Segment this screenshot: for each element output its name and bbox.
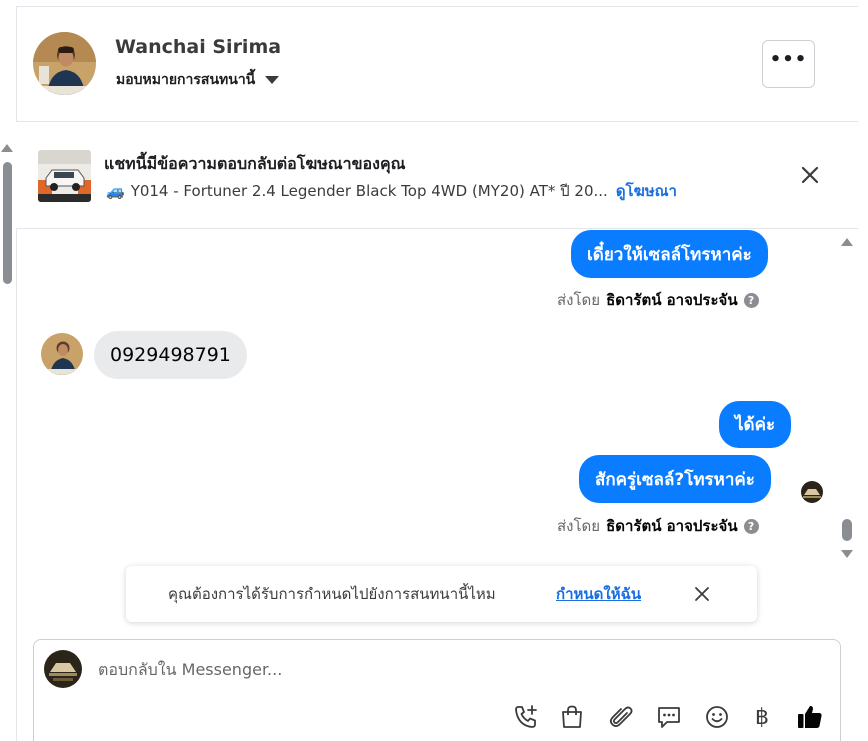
attach-button[interactable] (606, 702, 636, 732)
contact-avatar-small[interactable] (41, 333, 83, 375)
message-composer: ฿ (33, 639, 841, 741)
assign-to-me-link[interactable]: กำหนดให้ฉัน (556, 582, 641, 606)
caret-down-icon (265, 76, 280, 84)
scroll-up-arrow[interactable] (840, 236, 854, 248)
contact-name: Wanchai Sirima (115, 36, 282, 58)
sent-by-label: ส่งโดย ธิดารัตน์ อาจประจัน ? (557, 288, 759, 312)
more-options-button[interactable]: ••• (762, 40, 815, 88)
paperclip-icon (609, 706, 633, 728)
assign-prompt-text: คุณต้องการได้รับการกำหนดไปยังการสนทนานี้… (168, 585, 496, 603)
assign-prompt: คุณต้องการได้รับการกำหนดไปยังการสนทนานี้… (126, 566, 757, 622)
sent-by-name: ธิดารัตน์ อาจประจัน (606, 517, 738, 535)
shop-button[interactable] (557, 702, 587, 732)
right-scrollbar-thumb[interactable] (842, 519, 852, 541)
smiley-icon (706, 706, 728, 728)
left-scrollbar-thumb[interactable] (3, 162, 12, 284)
view-ad-link[interactable]: ดูโฆษณา (616, 179, 677, 203)
incoming-message[interactable]: 0929498791 (94, 331, 247, 379)
help-icon[interactable]: ? (743, 518, 759, 534)
contact-avatar[interactable] (33, 32, 96, 95)
ad-thumbnail[interactable] (38, 150, 91, 202)
like-button[interactable] (795, 702, 825, 732)
conversation-header: Wanchai Sirima มอบหมายการสนทนานี้ ••• (16, 6, 858, 122)
ad-subtitle: Y014 - Fortuner 2.4 Legender Black Top 4… (130, 182, 608, 200)
phone-plus-icon (515, 705, 537, 728)
sent-by-prefix: ส่งโดย (557, 291, 601, 309)
sent-by-name: ธิดารัตน์ อาจประจัน (606, 291, 738, 309)
ad-reply-banner: แชทนี้มีข้อความตอบกลับต่อโฆษณาของคุณ 🚙 Y… (16, 122, 858, 229)
saved-replies-button[interactable] (654, 702, 684, 732)
scroll-down-arrow[interactable] (840, 548, 854, 560)
page-avatar (44, 650, 82, 688)
payment-button[interactable]: ฿ (747, 702, 777, 732)
add-call-button[interactable] (511, 702, 541, 732)
more-options-label: ••• (769, 49, 808, 70)
close-icon[interactable] (797, 162, 823, 188)
car-icon: 🚙 (106, 182, 125, 200)
assign-conversation-label: มอบหมายการสนทนานี้ (116, 72, 256, 88)
help-icon[interactable]: ? (743, 292, 759, 308)
ad-subtitle-row: 🚙 Y014 - Fortuner 2.4 Legender Black Top… (106, 179, 677, 203)
close-icon[interactable] (692, 584, 712, 604)
emoji-button[interactable] (702, 702, 732, 732)
ad-reply-title: แชทนี้มีข้อความตอบกลับต่อโฆษณาของคุณ (104, 154, 406, 173)
thumbs-up-icon (798, 705, 822, 728)
sent-by-prefix: ส่งโดย (557, 517, 601, 535)
sent-by-label: ส่งโดย ธิดารัตน์ อาจประจัน ? (557, 514, 759, 538)
reply-input[interactable] (98, 660, 798, 679)
shopping-bag-icon (562, 705, 582, 728)
outgoing-message[interactable]: เดี๋ยวให้เซลล์โทรหาค่ะ (571, 230, 768, 278)
baht-icon: ฿ (755, 704, 769, 730)
chat-bubble-icon (658, 707, 680, 728)
scroll-up-arrow[interactable] (0, 142, 14, 154)
seen-by-avatar (801, 481, 823, 503)
outgoing-message[interactable]: สักครู่เซลล์?โทรหาค่ะ (579, 455, 771, 503)
outgoing-message[interactable]: ได้ค่ะ (719, 401, 792, 448)
assign-conversation-dropdown[interactable]: มอบหมายการสนทนานี้ (116, 69, 280, 91)
